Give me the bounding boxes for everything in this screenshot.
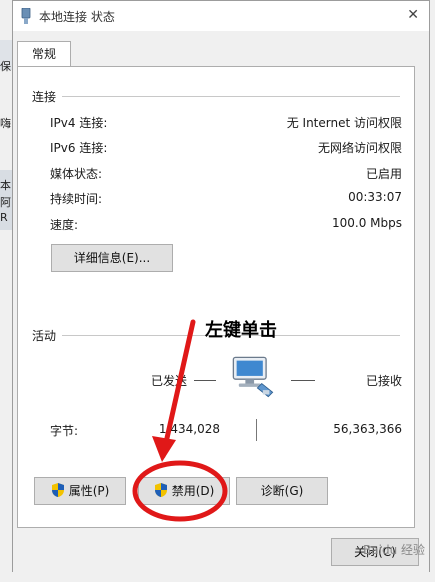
media-state-value: 已启用: [365, 167, 402, 181]
tab-general[interactable]: 常规: [17, 41, 71, 67]
sent-line: [194, 380, 216, 381]
ipv4-value: 无 Internet 访问权限: [286, 116, 402, 130]
bytes-separator: [256, 419, 257, 441]
diagnose-button[interactable]: 诊断(G): [236, 477, 328, 505]
close-window-button[interactable]: ✕: [407, 7, 419, 23]
window-title: 本地连接 状态: [39, 10, 115, 24]
sent-label: 已发送: [151, 374, 188, 388]
speed-value: 100.0 Mbps: [331, 216, 402, 230]
connection-divider: [32, 96, 400, 97]
general-panel: 连接 IPv4 连接: 无 Internet 访问权限 IPv6 连接: 无网络…: [17, 66, 415, 528]
background-fragment: 嗨: [0, 117, 11, 130]
computer-network-icon: [232, 356, 274, 398]
details-button[interactable]: 详细信息(E)...: [51, 244, 173, 272]
watermark: Baidu 经验: [363, 543, 425, 557]
uac-shield-icon: [51, 483, 64, 497]
uac-shield-icon: [154, 483, 167, 497]
speed-label: 速度:: [50, 218, 79, 232]
ipv6-label: IPv6 连接:: [50, 141, 108, 155]
properties-button-label: 属性(P): [68, 484, 110, 498]
annotation-text: 左键单击: [205, 320, 277, 341]
received-line: [291, 380, 315, 381]
properties-button[interactable]: 属性(P): [34, 477, 126, 505]
duration-label: 持续时间:: [50, 192, 103, 206]
background-fragment: R: [0, 211, 8, 224]
background-fragment: 保: [0, 60, 11, 73]
disable-button[interactable]: 禁用(D): [138, 477, 230, 505]
received-label: 已接收: [365, 374, 402, 388]
bytes-received-value: 56,363,366: [333, 422, 402, 436]
background-fragment: 本: [0, 179, 11, 192]
disable-button-label: 禁用(D): [171, 484, 215, 498]
ipv6-value: 无网络访问权限: [317, 141, 402, 155]
duration-value: 00:33:07: [348, 190, 402, 204]
bytes-label: 字节:: [50, 424, 79, 438]
bytes-sent-value: 1,434,028: [158, 422, 220, 436]
media-state-label: 媒体状态:: [50, 167, 103, 181]
title-bar: 本地连接 状态 ✕: [13, 1, 429, 31]
ipv4-label: IPv4 连接:: [50, 116, 108, 130]
background-fragment: 阿: [0, 196, 11, 209]
connection-group-title: 连接: [32, 88, 63, 105]
status-dialog: 本地连接 状态 ✕ 常规 连接 IPv4 连接: 无 Internet 访问权限…: [12, 0, 430, 573]
activity-group-title: 活动: [32, 327, 63, 344]
network-adapter-icon: [21, 8, 31, 24]
